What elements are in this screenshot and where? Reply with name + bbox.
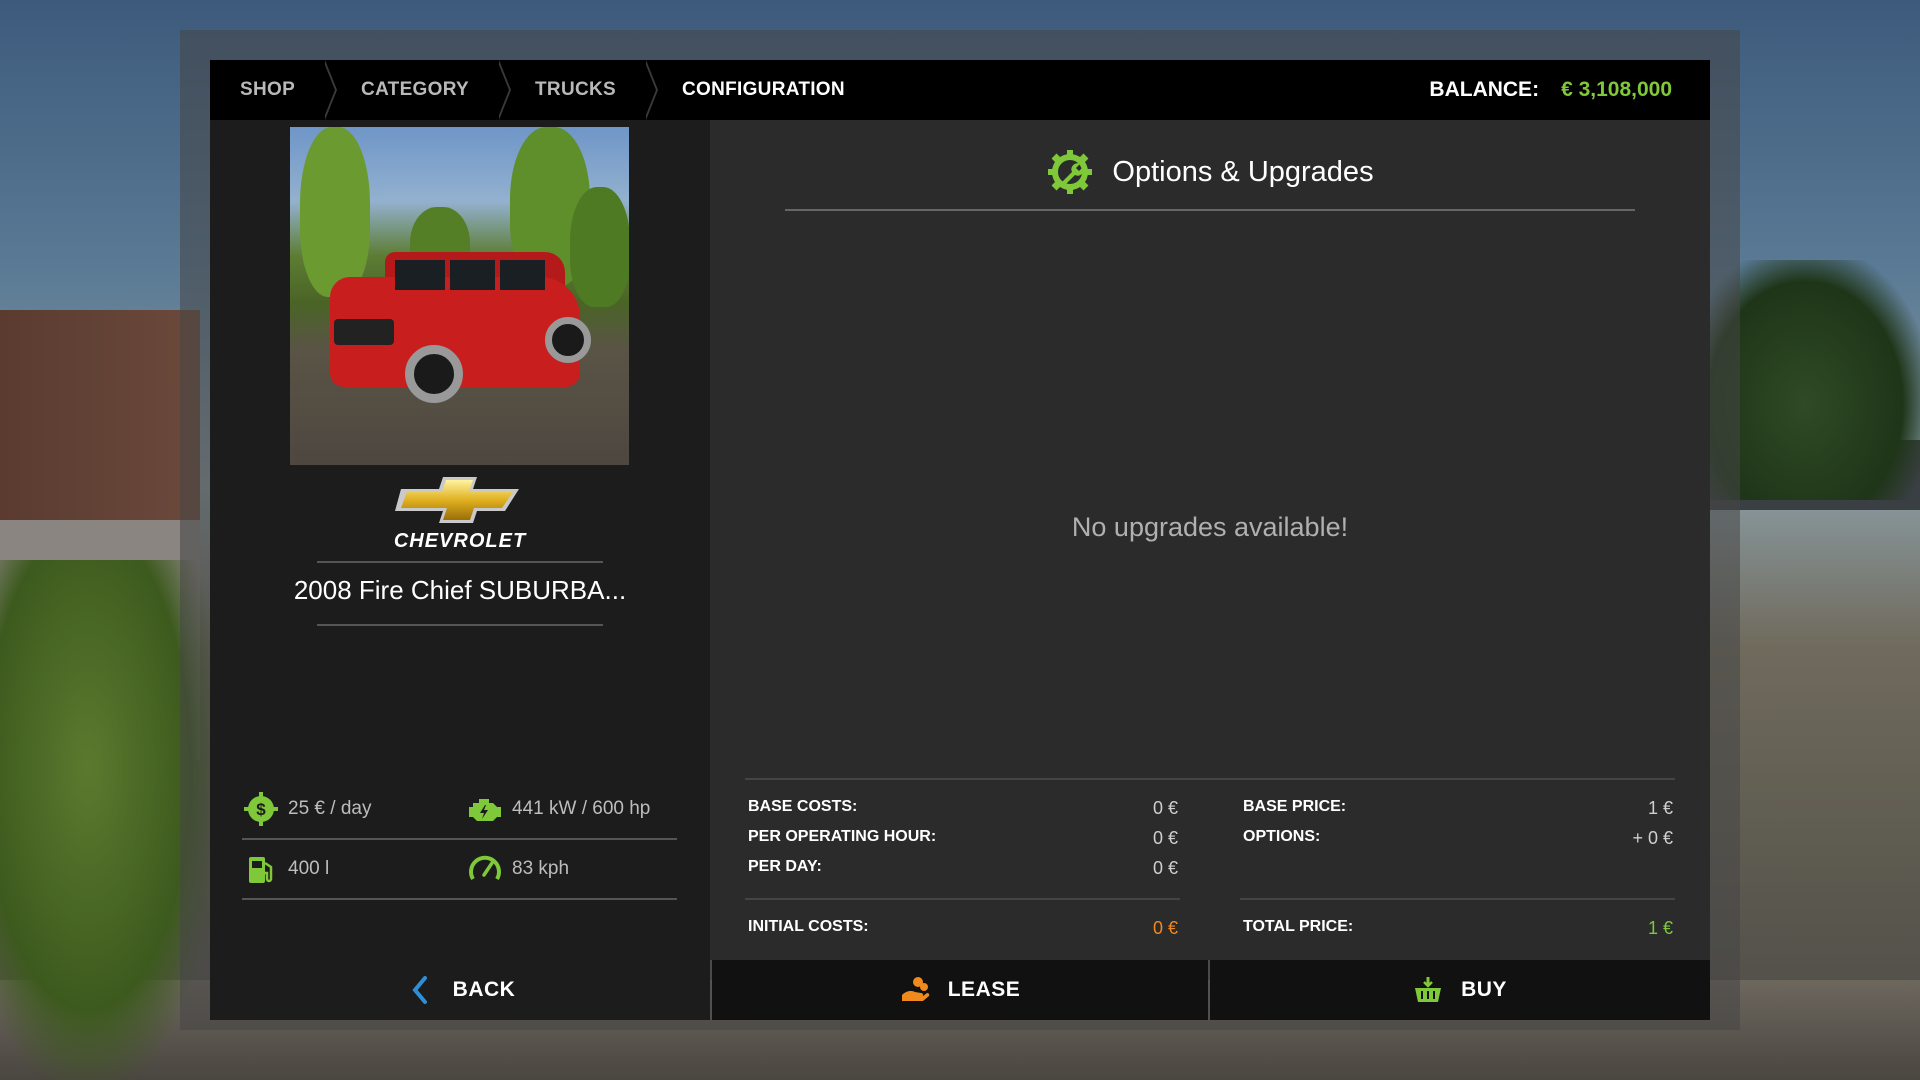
speedometer-icon: [466, 850, 504, 888]
spec-speed: 83 kph: [466, 850, 569, 888]
name-divider-bottom: [317, 624, 603, 626]
base-price-label: BASE PRICE:: [1243, 798, 1347, 815]
total-price-value: 1 €: [1647, 918, 1673, 938]
base-costs-value: 0 €: [1152, 798, 1178, 818]
total-price-label: TOTAL PRICE:: [1243, 918, 1354, 935]
costs-top-divider: [745, 778, 1675, 780]
spec-power: 441 kW / 600 hp: [466, 790, 650, 828]
buy-button[interactable]: BUY: [1210, 960, 1710, 1020]
chevron-left-icon: [405, 975, 435, 1005]
balance-display: BALANCE: € 3,108,000: [1429, 60, 1672, 120]
options-header-divider: [785, 209, 1635, 211]
lease-button[interactable]: LEASE: [712, 960, 1208, 1020]
options-title: Options & Upgrades: [1112, 155, 1374, 188]
per-day-value: 0 €: [1152, 858, 1178, 878]
base-costs-label: BASE COSTS:: [748, 798, 858, 815]
vehicle-image: [290, 127, 629, 465]
options-header: Options & Upgrades: [710, 148, 1710, 196]
spec-maintenance: $ 25 € / day: [242, 790, 371, 828]
spec-divider-2: [242, 898, 677, 900]
dollar-gear-icon: $: [242, 790, 280, 828]
back-button[interactable]: BACK: [210, 960, 710, 1020]
engine-icon: [466, 790, 504, 828]
row-per-day: PER DAY: 0 €: [748, 858, 1178, 879]
row-base-costs: BASE COSTS: 0 €: [748, 798, 1178, 819]
base-price-value: 1 €: [1647, 798, 1673, 818]
spec-divider-1: [242, 838, 677, 840]
initial-costs-value: 0 €: [1152, 918, 1178, 938]
row-initial-costs: INITIAL COSTS: 0 €: [748, 918, 1178, 939]
per-hour-label: PER OPERATING HOUR:: [748, 828, 937, 845]
name-divider-top: [317, 561, 603, 563]
costs-right-divider: [1240, 898, 1675, 900]
spec-speed-value: 83 kph: [512, 858, 570, 879]
breadcrumb-category[interactable]: CATEGORY: [327, 60, 511, 120]
row-per-hour: PER OPERATING HOUR: 0 €: [748, 828, 1178, 849]
spec-maintenance-value: 25 € / day: [288, 798, 372, 819]
initial-costs-label: INITIAL COSTS:: [748, 918, 869, 935]
breadcrumb-configuration: CONFIGURATION: [681, 79, 845, 100]
back-button-label: BACK: [452, 978, 516, 1001]
brand-name: CHEVROLET: [393, 530, 527, 552]
vehicle-name: 2008 Fire Chief SUBURBA...: [293, 575, 627, 605]
balance-label: BALANCE:: [1429, 78, 1540, 101]
options-cost-value: + 0 €: [1632, 828, 1673, 848]
breadcrumb-shop[interactable]: SHOP: [210, 60, 338, 120]
no-upgrades-message: No upgrades available!: [1071, 512, 1349, 542]
spec-power-value: 441 kW / 600 hp: [512, 798, 651, 819]
wrench-gear-icon: [1046, 148, 1094, 196]
hand-coins-icon: [900, 975, 930, 1005]
lease-button-label: LEASE: [947, 978, 1021, 1001]
costs-left-divider: [745, 898, 1180, 900]
row-total-price: TOTAL PRICE: 1 €: [1243, 918, 1673, 939]
per-hour-value: 0 €: [1152, 828, 1178, 848]
breadcrumb-trucks[interactable]: TRUCKS: [501, 60, 658, 120]
per-day-label: PER DAY:: [748, 858, 822, 875]
svg-text:$: $: [256, 800, 266, 819]
balance-value: € 3,108,000: [1561, 78, 1672, 101]
row-base-price: BASE PRICE: 1 €: [1243, 798, 1673, 819]
basket-icon: [1413, 975, 1443, 1005]
top-bar: SHOP CATEGORY TRUCKS CONFIGURATION BALAN…: [210, 60, 1710, 120]
fuel-pump-icon: [242, 850, 280, 888]
buy-button-label: BUY: [1461, 978, 1507, 1001]
chevrolet-bowtie-logo: [395, 477, 519, 523]
options-cost-label: OPTIONS:: [1243, 828, 1321, 845]
row-options: OPTIONS: + 0 €: [1243, 828, 1673, 849]
spec-fuel-value: 400 l: [288, 858, 330, 879]
spec-fuel: 400 l: [242, 850, 329, 888]
